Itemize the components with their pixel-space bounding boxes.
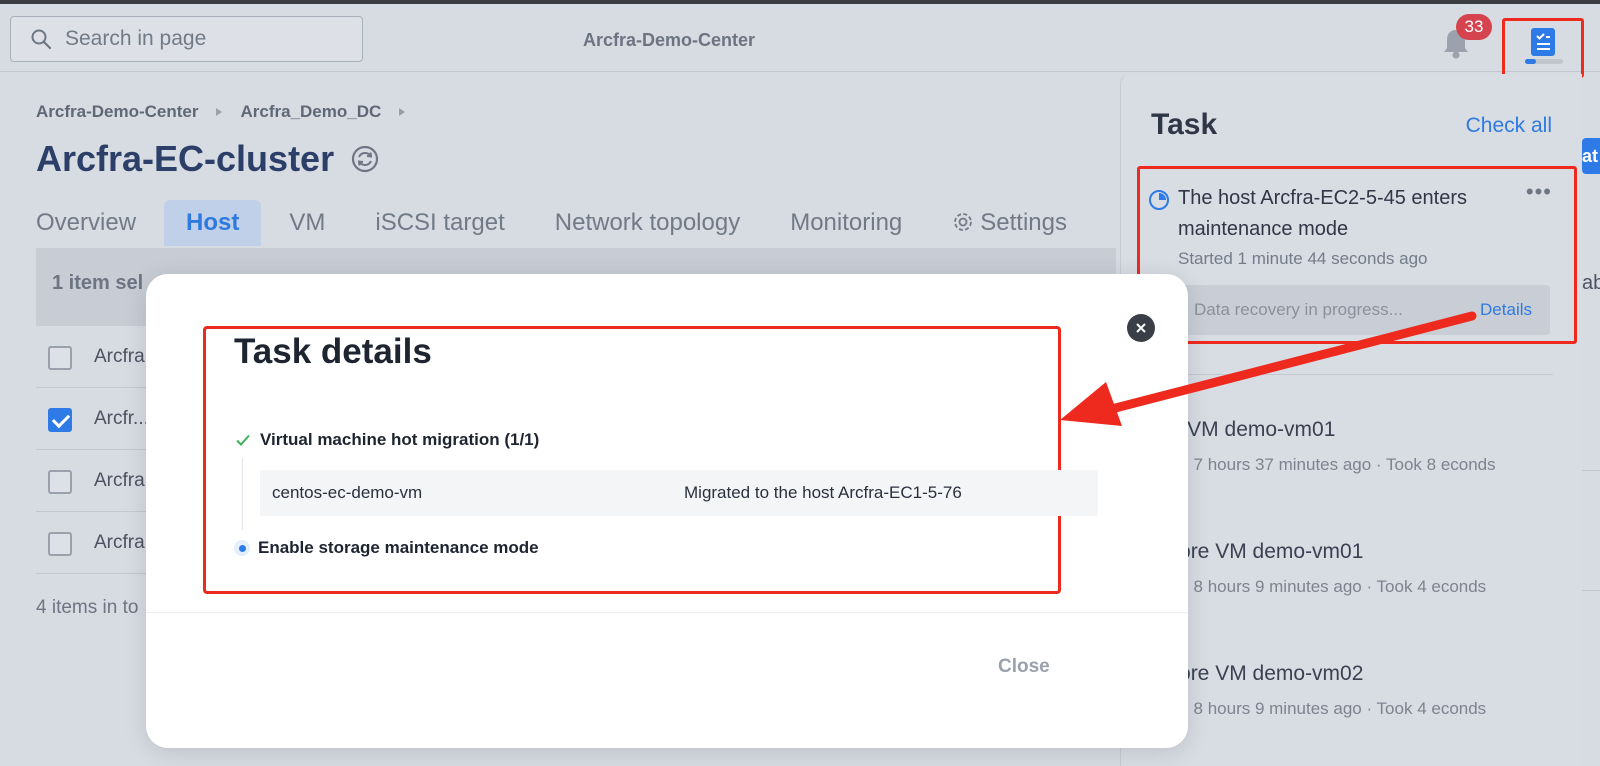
tab-bar: Overview Host VM iSCSI target Network to… [36, 200, 1117, 246]
task-list-icon [1531, 28, 1555, 56]
cluster-name: Arcfra-EC-cluster [36, 138, 335, 179]
tab-vm[interactable]: VM [289, 200, 325, 246]
selection-count: 1 item sel [52, 272, 144, 294]
tab-settings-label: Settings [980, 209, 1067, 236]
step-label: Enable storage maintenance mode [258, 538, 539, 557]
breadcrumb-separator-icon [399, 108, 406, 116]
dialog-title: Task details [234, 332, 432, 371]
edge-label: ab [1582, 272, 1600, 294]
task-history-title: estore VM demo-vm02 [1151, 662, 1364, 685]
active-task-started: Started 1 minute 44 seconds ago [1178, 249, 1428, 268]
breadcrumb: Arcfra-Demo-Center Arcfra_Demo_DC [36, 102, 423, 122]
row-checkbox[interactable] [48, 532, 72, 556]
page-title: Arcfra-EC-cluster [36, 138, 380, 180]
close-button[interactable]: Close [998, 656, 1050, 678]
task-history-item[interactable]: estore VM demo-vm01 nded 8 hours 9 minut… [1151, 540, 1531, 600]
breadcrumb-item-datacenter[interactable]: Arcfra_Demo_DC [240, 102, 381, 122]
host-name: Arcfr... [94, 408, 149, 429]
host-name: Arcfra [94, 470, 145, 491]
in-progress-clock-icon [1149, 190, 1169, 210]
host-name: Arcfra [94, 346, 145, 367]
tab-settings[interactable]: Settings [952, 200, 1067, 246]
tab-iscsi-target[interactable]: iSCSI target [375, 200, 504, 246]
task-center-button[interactable] [1502, 18, 1584, 78]
check-all-link[interactable]: Check all [1466, 114, 1552, 138]
breadcrumb-separator-icon [216, 108, 223, 116]
active-task-title: The host Arcfra-EC2-5-45 enters maintena… [1178, 187, 1468, 240]
task-step-in-progress: Enable storage maintenance mode [234, 538, 539, 558]
in-progress-dot-icon [234, 540, 250, 556]
edge-divider [1582, 470, 1600, 471]
top-bar: Arcfra-Demo-Center 33 [0, 4, 1600, 78]
breadcrumb-item-datacenter-center[interactable]: Arcfra-Demo-Center [36, 102, 198, 122]
vm-name: centos-ec-demo-vm [272, 483, 423, 502]
task-history-meta: nded 8 hours 9 minutes ago · Took 4 econ… [1151, 699, 1487, 718]
tab-overview[interactable]: Overview [36, 200, 136, 246]
step-connector [242, 458, 243, 530]
dialog-footer-divider [146, 612, 1188, 613]
task-details-dialog: Task details Virtual machine hot migrati… [146, 274, 1188, 748]
task-step-completed: Virtual machine hot migration (1/1) [234, 430, 539, 450]
search-icon [31, 29, 52, 50]
step-label: Virtual machine hot migration (1/1) [260, 430, 540, 449]
gear-icon [954, 213, 973, 231]
annotation-arrow [1060, 311, 1477, 426]
table-footer-count: 4 items in to [36, 597, 139, 618]
refresh-icon[interactable] [350, 144, 380, 174]
task-history-meta: nded 7 hours 37 minutes ago · Took 8 eco… [1151, 455, 1496, 474]
task-history-item[interactable]: estore VM demo-vm02 nded 8 hours 9 minut… [1151, 662, 1531, 722]
host-name: Arcfra [94, 532, 145, 553]
task-history-title: estore VM demo-vm01 [1151, 540, 1364, 563]
row-checkbox-checked[interactable] [48, 408, 72, 432]
search-box[interactable] [10, 16, 363, 62]
edge-action-button[interactable]: at [1582, 138, 1600, 174]
notification-count-badge: 33 [1456, 14, 1492, 40]
task-history-meta: nded 8 hours 9 minutes ago · Took 4 econ… [1151, 577, 1487, 596]
edge-divider [1582, 590, 1600, 591]
tab-network-topology[interactable]: Network topology [555, 200, 740, 246]
more-options-icon[interactable]: ••• [1526, 179, 1552, 205]
search-input[interactable] [65, 27, 345, 51]
task-progress-bar [1525, 59, 1563, 64]
row-checkbox[interactable] [48, 470, 72, 494]
check-icon [236, 434, 250, 446]
row-checkbox[interactable] [48, 346, 72, 370]
tab-host[interactable]: Host [164, 200, 262, 246]
tab-monitoring[interactable]: Monitoring [790, 200, 902, 246]
datacenter-title: Arcfra-Demo-Center [583, 30, 756, 50]
migration-status: Migrated to the host Arcfra-EC1-5-76 [684, 483, 962, 502]
task-panel-title: Task [1151, 108, 1218, 141]
migration-subtask-row: centos-ec-demo-vm Migrated to the host A… [260, 470, 1098, 516]
